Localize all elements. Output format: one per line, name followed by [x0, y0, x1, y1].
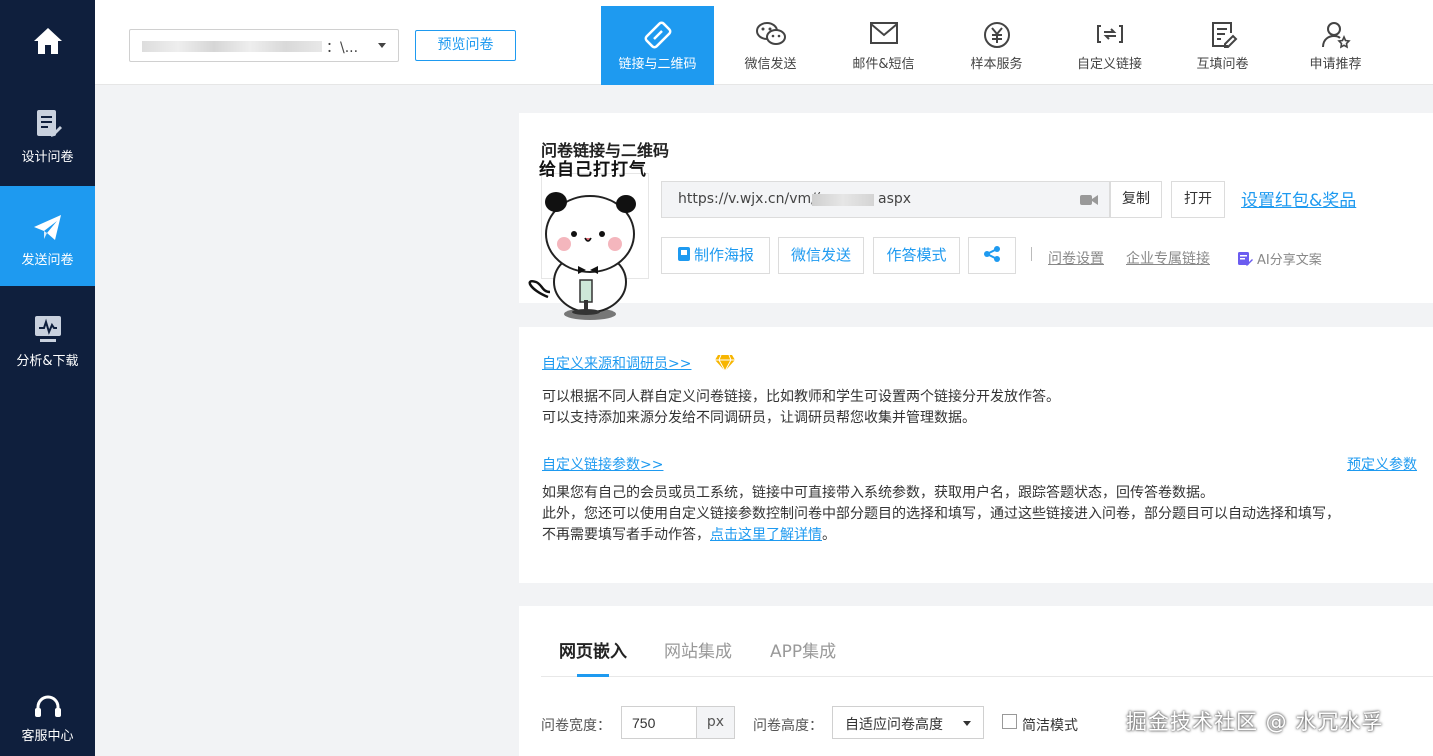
document-edit-icon [1211, 22, 1237, 48]
divider [1031, 247, 1032, 261]
sidebar-item-home[interactable] [0, 26, 95, 66]
user-star-icon [1321, 22, 1351, 49]
sticker-caption: 给自己打打气 [539, 160, 647, 180]
tab-apply-recommend[interactable]: 申请推荐 [1279, 6, 1392, 85]
params-description-3-text: 不再需要填写者手动作答， [542, 527, 710, 543]
paper-plane-icon [33, 215, 61, 240]
tab-label: 申请推荐 [1309, 57, 1362, 72]
ai-share-label: AI分享文案 [1257, 253, 1322, 268]
set-redpacket-prize-link[interactable]: 设置红包&奖品 [1241, 186, 1356, 211]
tab-label: 样本服务 [970, 57, 1023, 72]
tab-label: 邮件&短信 [852, 57, 915, 72]
poster-icon [677, 247, 690, 261]
survey-select[interactable]: ：\... [129, 29, 399, 62]
tab-wechat[interactable]: 微信发送 [714, 6, 827, 85]
blurred-survey-name [142, 41, 322, 52]
top-toolbar: ：\... 预览问卷 链接与二维码 微信发送 邮件&短信 样本服务 自定义链接 … [95, 6, 1433, 85]
preview-survey-button[interactable]: 预览问卷 [415, 30, 516, 61]
ai-edit-icon [1238, 252, 1253, 266]
link-qrcode-card: 问卷链接与二维码 给自己打打气 https://v.wjx.cn/vm/( as… [519, 113, 1433, 320]
make-poster-button[interactable]: 制作海报 [661, 237, 770, 274]
predefined-params-link[interactable]: 预定义参数 [1347, 454, 1417, 474]
chevron-down-icon [378, 43, 386, 48]
params-description-1: 如果您有自己的会员或员工系统，链接中可直接带入系统参数，获取用户名，跟踪答题状态… [542, 485, 1214, 501]
params-description-3-end: 。 [822, 527, 836, 543]
tab-link-qrcode[interactable]: 链接与二维码 [601, 6, 714, 85]
yuan-coin-icon [983, 22, 1010, 48]
tab-sample-service[interactable]: 样本服务 [940, 6, 1053, 85]
survey-select-text: ：\... [326, 40, 359, 56]
custom-link-params-link[interactable]: 自定义链接参数>> [542, 454, 663, 474]
tab-mail-sms[interactable]: 邮件&短信 [827, 6, 940, 85]
simple-mode-checkbox[interactable] [1002, 714, 1017, 729]
tab-custom-link[interactable]: 自定义链接 [1053, 6, 1166, 85]
tabs-divider [541, 676, 1433, 677]
survey-url-field[interactable]: https://v.wjx.cn/vm/( aspx [661, 181, 1110, 218]
mail-icon [869, 22, 898, 44]
headset-icon [34, 695, 61, 717]
height-select-value: 自适应问卷高度 [845, 717, 943, 733]
tab-label: 链接与二维码 [618, 57, 697, 72]
sidebar-item-design[interactable]: 设计问卷 [0, 108, 95, 178]
tab-app-integration[interactable]: APP集成 [770, 637, 836, 662]
source-description-2: 可以支持添加来源分发给不同调研员，让调研员帮您收集并管理数据。 [542, 410, 976, 426]
qrcode-image[interactable] [528, 173, 649, 320]
source-description-1: 可以根据不同人群自定义问卷链接，比如教师和学生可设置两个链接分开发放作答。 [542, 389, 1060, 405]
height-label: 问卷高度： [753, 718, 823, 734]
sidebar-item-label: 发送问卷 [21, 253, 74, 268]
analytics-monitor-icon [34, 316, 61, 342]
ai-share-copy-button[interactable]: AI分享文案 [1237, 249, 1322, 268]
sidebar-item-analysis[interactable]: 分析&下载 [0, 314, 95, 384]
share-button[interactable] [968, 237, 1016, 274]
home-icon [33, 28, 62, 54]
tab-label: 互填问卷 [1196, 57, 1249, 72]
watermark: 掘金技术社区 @ 水冗水孚 [1126, 710, 1384, 734]
survey-settings-link[interactable]: 问卷设置 [1048, 248, 1104, 268]
blurred-url-part [812, 194, 874, 206]
sidebar-item-label: 分析&下载 [16, 354, 79, 369]
active-tab-indicator [577, 674, 609, 677]
width-input[interactable] [621, 706, 697, 739]
edit-document-icon [36, 110, 62, 137]
open-button[interactable]: 打开 [1171, 181, 1225, 218]
share-icon [984, 246, 1000, 262]
width-label: 问卷宽度： [541, 718, 611, 734]
tab-label: 微信发送 [744, 57, 797, 72]
sidebar-item-send[interactable]: 发送问卷 [0, 186, 95, 286]
enterprise-link[interactable]: 企业专属链接 [1126, 248, 1210, 268]
simple-mode-label: 简洁模式 [1022, 718, 1078, 734]
tab-web-embed[interactable]: 网页嵌入 [559, 637, 627, 662]
copy-button[interactable]: 复制 [1110, 181, 1162, 218]
params-description-3: 不再需要填写者手动作答，点击这里了解详情。 [542, 525, 836, 546]
params-description-2: 此外，您还可以使用自定义链接参数控制问卷中部分题目的选择和填写，通过这些链接进入… [542, 506, 1340, 522]
survey-url-prefix: https://v.wjx.cn/vm/( [678, 191, 822, 207]
wechat-send-button[interactable]: 微信发送 [778, 237, 864, 274]
tab-site-integration[interactable]: 网站集成 [664, 637, 732, 662]
chevron-down-icon [963, 721, 971, 726]
make-poster-label: 制作海报 [693, 246, 754, 264]
panda-sticker [528, 192, 636, 320]
answer-mode-button[interactable]: 作答模式 [873, 237, 960, 274]
custom-link-icon [1096, 25, 1123, 43]
link-icon [644, 21, 671, 49]
left-sidebar: 设计问卷 发送问卷 分析&下载 客服中心 [0, 0, 95, 756]
tab-label: 自定义链接 [1076, 57, 1142, 72]
tab-mutual-fill[interactable]: 互填问卷 [1166, 6, 1279, 85]
width-unit: px [697, 706, 735, 739]
learn-more-link[interactable]: 点击这里了解详情 [710, 527, 822, 543]
custom-link-card: 自定义来源和调研员>> 可以根据不同人群自定义问卷链接，比如教师和学生可设置两个… [519, 327, 1433, 583]
survey-url-suffix: aspx [878, 191, 912, 207]
custom-source-link[interactable]: 自定义来源和调研员>> [542, 353, 691, 373]
sidebar-item-service[interactable]: 客服中心 [0, 695, 95, 745]
height-select[interactable]: 自适应问卷高度 [832, 706, 984, 739]
diamond-vip-icon [715, 354, 735, 372]
video-camera-icon [1080, 195, 1098, 205]
sidebar-item-label: 客服中心 [21, 729, 74, 744]
sidebar-item-label: 设计问卷 [21, 150, 74, 165]
wechat-icon [755, 22, 786, 45]
